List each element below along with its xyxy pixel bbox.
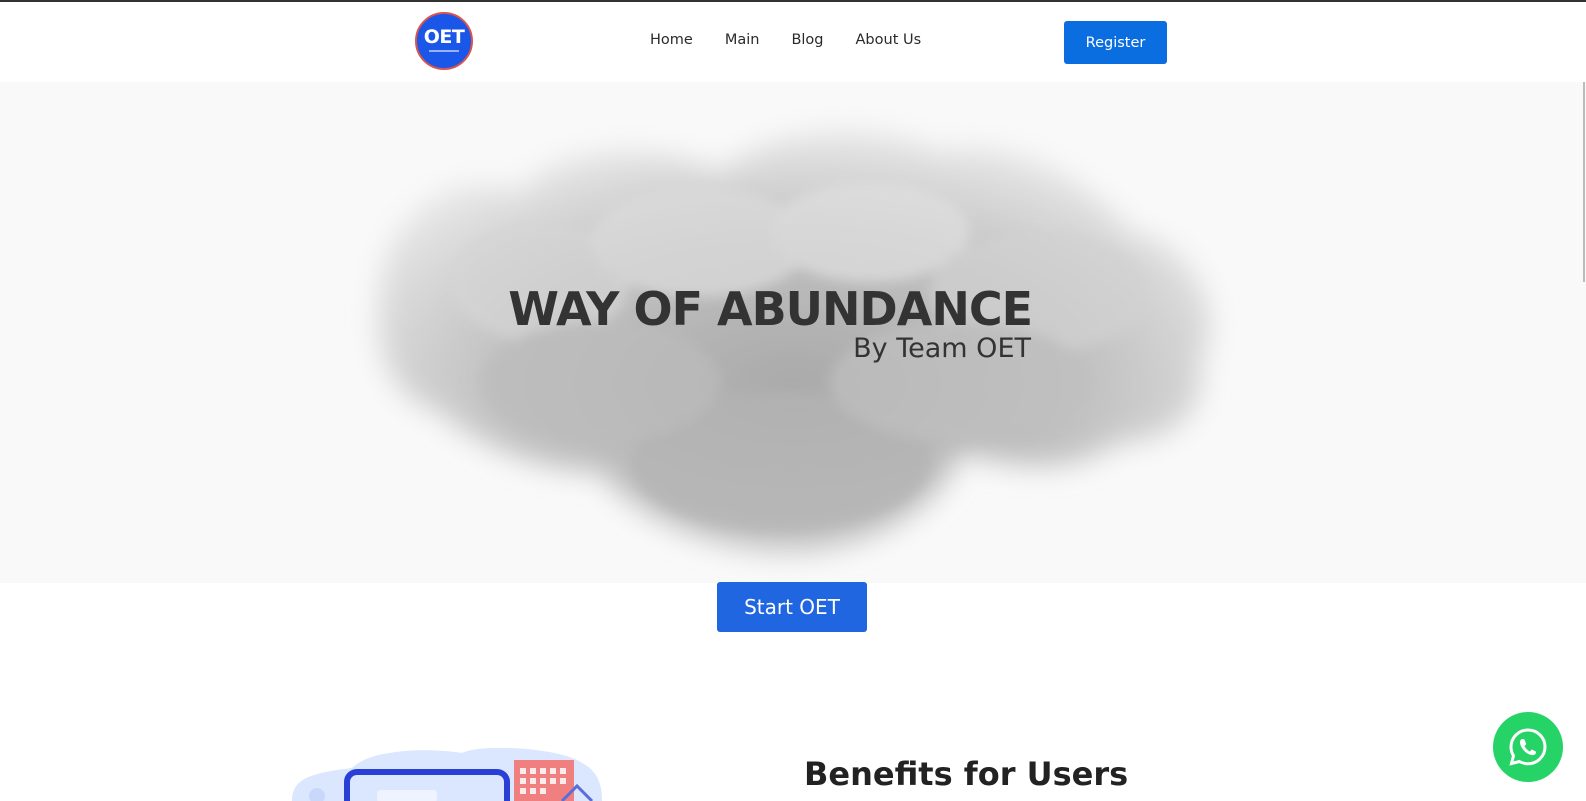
logo-text: OET — [423, 26, 465, 48]
nav-link-about-us[interactable]: About Us — [856, 32, 922, 48]
navbar: OET Home Main Blog About Us Register — [0, 2, 1586, 82]
main-nav: Home Main Blog About Us — [650, 32, 921, 48]
start-oet-button[interactable]: Start OET — [717, 582, 867, 632]
oet-logo[interactable]: OET — [415, 12, 473, 70]
whatsapp-chat-button[interactable] — [1493, 712, 1563, 782]
benefits-heading: Benefits for Users — [804, 755, 1129, 793]
logo-underline — [429, 50, 459, 52]
hero-subtitle: By Team OET — [853, 333, 1031, 364]
nav-link-main[interactable]: Main — [725, 32, 760, 48]
register-button[interactable]: Register — [1064, 21, 1167, 64]
scrollbar-thumb[interactable] — [1583, 82, 1585, 282]
hero-section: WAY OF ABUNDANCE By Team OET — [0, 82, 1586, 583]
benefits-illustration — [292, 748, 602, 801]
nav-link-home[interactable]: Home — [650, 32, 693, 48]
hero-title: WAY OF ABUNDANCE — [508, 282, 1033, 336]
whatsapp-icon — [1509, 728, 1547, 766]
nav-link-blog[interactable]: Blog — [791, 32, 823, 48]
